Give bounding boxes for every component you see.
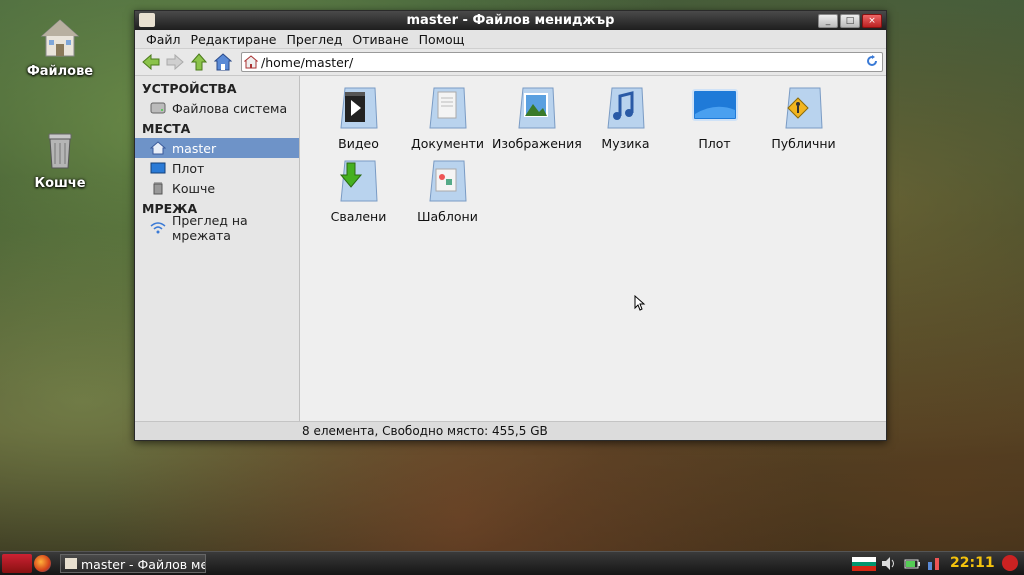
taskbar-window-label: master - Файлов мен... [81,557,205,572]
folder-label: Видео [338,136,379,151]
menu-help[interactable]: Помощ [414,32,470,47]
desktop-icon [150,161,166,175]
clock[interactable]: 22:11 [950,555,995,571]
sidebar-item-label: Файлова система [172,100,288,116]
home-button[interactable] [213,52,233,72]
home-icon [149,141,167,155]
desktop-icon-files[interactable]: Файлове [20,16,100,79]
desktop-icon-trash[interactable]: Кошче [20,128,100,191]
network-icon[interactable] [926,556,942,571]
sidebar-item-label: Кошче [172,180,216,196]
reload-icon[interactable] [866,55,878,70]
sidebar-header-places: МЕСТА [142,121,191,136]
folder-label: Документи [410,136,485,151]
desktop-folder-icon [687,84,743,134]
folder-label: Изображения [492,136,582,151]
trash-icon [150,181,166,195]
sidebar-item-network[interactable]: Преглед на мрежата [135,213,299,243]
file-view[interactable]: Видео Документи Изображения Музика Плот … [300,76,886,421]
arrow-up-icon [191,53,207,71]
folder-item[interactable]: Шаблони [403,157,492,230]
video-folder-icon [331,84,387,134]
sidebar-item-desktop[interactable]: Плот [135,158,299,178]
menu-file[interactable]: Файл [141,32,186,47]
taskbar-window-entry[interactable]: master - Файлов мен... [60,554,206,573]
music-folder-icon [598,84,654,134]
desktop-icon-label: Кошче [34,176,86,191]
statusbar: 8 елемента, Свободно място: 455,5 GB [135,421,886,440]
sidebar-item-master[interactable]: master [135,138,299,158]
menu-edit[interactable]: Редактиране [186,32,282,47]
sidebar-item-label: Плот [172,160,205,176]
menu-view[interactable]: Преглед [282,32,348,47]
sidebar-item-trash[interactable]: Кошче [135,178,299,198]
folder-label: Публични [771,136,836,151]
menu-go[interactable]: Отиване [347,32,413,47]
folder-item[interactable]: Документи [403,84,492,157]
folder-item[interactable]: Музика [581,84,670,157]
templates-folder-icon [420,157,476,207]
sidebar-item-label: master [172,140,217,156]
downloads-folder-icon [331,157,387,207]
folder-item[interactable]: Свалени [314,157,403,230]
back-button[interactable] [141,52,161,72]
harddrive-icon [150,101,166,115]
volume-icon[interactable] [881,556,897,571]
arrow-right-icon [166,54,184,70]
folder-item[interactable]: Видео [314,84,403,157]
folder-label: Музика [601,136,650,151]
folder-item[interactable]: Изображения [492,84,582,157]
pictures-folder-icon [509,84,565,134]
wifi-icon [150,221,166,235]
mouse-cursor-icon [634,295,646,311]
sidebar-item-label: Преглед на мрежата [172,213,248,243]
status-text: 8 елемента, Свободно място: 455,5 GB [302,424,548,438]
folder-label: Плот [698,136,731,151]
forward-button[interactable] [165,52,185,72]
home-icon [214,53,232,71]
arrow-left-icon [142,54,160,70]
file-manager-window: master - Файлов мениджър _ □ × Файл Реда… [134,10,887,441]
maximize-button[interactable]: □ [840,14,860,28]
public-folder-icon [776,84,832,134]
sidebar-header-devices: УСТРОЙСТВА [142,81,237,96]
folder-item[interactable]: Плот [670,84,759,157]
toolbar: /home/master/ [135,49,886,76]
start-menu-button[interactable] [2,554,32,573]
desktop-icon-label: Файлове [26,64,94,79]
documents-folder-icon [420,84,476,134]
sidebar: УСТРОЙСТВА Файлова система МЕСТА master … [135,76,300,421]
bulgarian-flag-icon[interactable] [852,557,876,571]
folder-item[interactable]: Публични [759,84,848,157]
home-folder-icon [244,55,258,69]
folder-label: Шаблони [417,209,478,224]
power-icon[interactable] [1002,555,1018,571]
menubar: Файл Редактиране Преглед Отиване Помощ [135,30,886,49]
close-button[interactable]: × [862,14,882,28]
window-titlebar[interactable]: master - Файлов мениджър _ □ × [135,11,886,30]
sidebar-item-filesystem[interactable]: Файлова система [135,98,299,118]
file-manager-app-icon [65,558,77,569]
location-path[interactable]: /home/master/ [261,55,353,70]
up-button[interactable] [189,52,209,72]
taskbar: master - Файлов мен... 22:11 [0,551,1024,575]
window-title: master - Файлов мениджър [406,13,615,28]
location-bar[interactable]: /home/master/ [241,52,883,72]
battery-icon[interactable] [904,556,920,571]
trash-icon [38,128,82,172]
folder-label: Свалени [330,209,387,224]
home-folder-icon [38,16,82,60]
firefox-icon[interactable] [34,555,51,572]
minimize-button[interactable]: _ [818,14,838,28]
